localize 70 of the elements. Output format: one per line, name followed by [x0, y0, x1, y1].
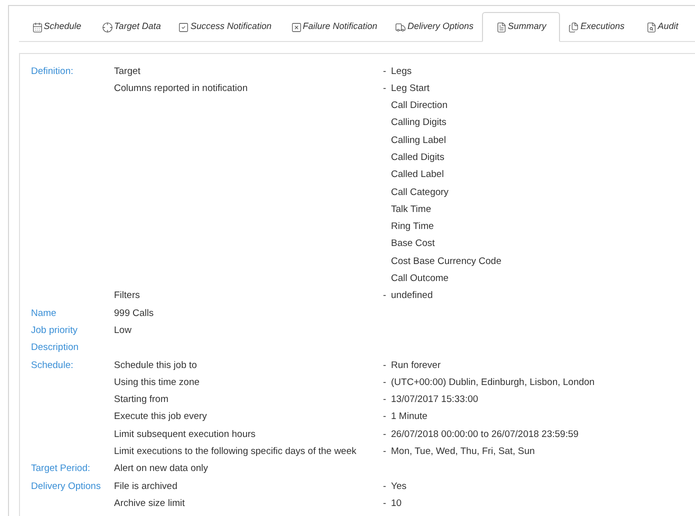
dash-marker: -: [383, 66, 386, 77]
dash-marker: -: [383, 480, 386, 492]
document-search-icon: [646, 22, 657, 32]
dash-marker: -: [383, 376, 386, 388]
dash-marker: -: [383, 411, 386, 422]
section-label: Job priority: [31, 324, 78, 336]
field-value: Cost Base Currency Code: [391, 256, 502, 267]
field-value: undefined: [391, 290, 433, 302]
field-label: Execute this job every: [114, 411, 207, 422]
dash-marker: -: [383, 290, 386, 302]
field-label: 999 Calls: [114, 308, 154, 319]
field-label: Alert on new data only: [114, 463, 208, 474]
section-label: Target Period:: [31, 463, 90, 474]
field-label: Archive size limit: [114, 498, 185, 509]
dash-marker: -: [383, 360, 386, 371]
dash-marker: -: [383, 446, 386, 458]
field-value: Call Category: [391, 186, 449, 198]
field-value: Call Outcome: [391, 273, 449, 284]
tab[interactable]: Summary: [482, 12, 560, 42]
field-value: Base Cost: [391, 238, 435, 250]
field-label: Low: [114, 324, 132, 336]
field-value: Talk Time: [391, 204, 432, 215]
section-label: Name: [31, 308, 56, 319]
field-value: 10: [391, 498, 402, 509]
field-value: Mon, Tue, Wed, Thu, Fri, Sat, Sun: [391, 446, 535, 458]
field-value: (UTC+00:00) Dublin, Edinburgh, Lisbon, London: [391, 376, 595, 388]
field-value: Called Label: [391, 169, 444, 180]
dash-marker: -: [383, 394, 386, 406]
calendar-icon: [32, 22, 43, 32]
field-label: Columns reported in notification: [114, 82, 248, 94]
field-label: Filters: [114, 290, 140, 302]
field-value: Yes: [391, 480, 406, 492]
section-label: Description: [31, 342, 79, 354]
tab[interactable]: Success Notification: [169, 12, 281, 42]
field-value: Leg Start: [391, 82, 430, 94]
field-label: File is archived: [114, 480, 178, 492]
dash-marker: -: [383, 498, 386, 509]
truck-icon: [395, 22, 406, 32]
dash-marker: -: [383, 428, 386, 440]
field-value: Ring Time: [391, 221, 434, 232]
tab[interactable]: Executions: [560, 12, 633, 42]
field-label: Limit subsequent execution hours: [114, 428, 256, 440]
checkbox-icon: [178, 22, 190, 32]
field-value: 1 Minute: [391, 411, 428, 422]
field-label: Limit executions to the following specific days of the week: [114, 446, 356, 458]
field-value: Calling Label: [391, 134, 446, 146]
tab[interactable]: Audit: [633, 12, 691, 42]
section-label: Delivery Options: [31, 480, 101, 492]
tab[interactable]: Delivery Options: [387, 12, 482, 42]
field-value: 13/07/2017 15:33:00: [391, 394, 478, 406]
field-value: Calling Digits: [391, 117, 446, 128]
section-label: Definition:: [31, 66, 74, 77]
field-label: Target: [114, 66, 140, 77]
document-icon: [496, 22, 507, 32]
dash-marker: -: [383, 82, 386, 94]
crosshair-icon: [102, 22, 114, 32]
field-value: Legs: [391, 66, 412, 77]
x-box-icon: [290, 22, 302, 32]
documents-icon: [568, 22, 580, 32]
tab[interactable]: Target Data: [94, 12, 169, 42]
section-label: Schedule:: [31, 360, 74, 371]
field-label: Using this time zone: [114, 376, 200, 388]
field-label: Schedule this job to: [114, 360, 197, 371]
tab[interactable]: Schedule: [19, 12, 94, 42]
field-label: Starting from: [114, 394, 168, 406]
tab[interactable]: Failure Notification: [281, 12, 387, 42]
field-value: 26/07/2018 00:00:00 to 26/07/2018 23:59:59: [391, 428, 579, 440]
field-value: Run forever: [391, 360, 441, 371]
field-value: Called Digits: [391, 152, 444, 163]
field-value: Call Direction: [391, 100, 448, 112]
